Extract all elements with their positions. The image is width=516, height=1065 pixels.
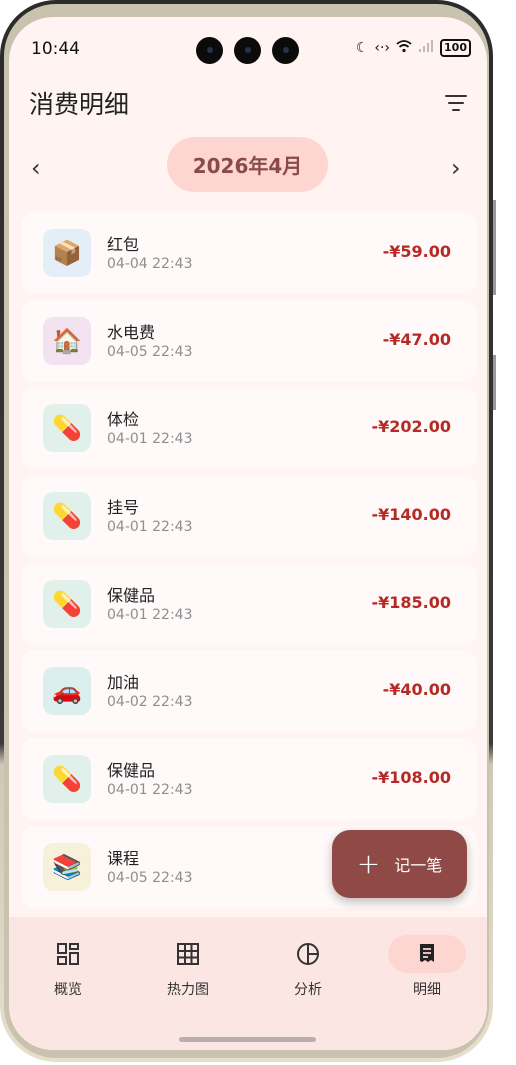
transaction-category: 红包 <box>107 235 140 254</box>
home-indicator[interactable] <box>179 1037 316 1042</box>
transaction-category: 挂号 <box>107 498 140 518</box>
add-record-button[interactable]: + 记一笔 <box>332 830 467 898</box>
camera-icon <box>234 37 261 64</box>
battery-icon: 100 <box>440 39 471 57</box>
data-transfer-icon: ‹·› <box>374 40 391 56</box>
transaction-row[interactable]: 💊 保健品 04-01 22:43 -¥185.00 <box>21 562 477 645</box>
transaction-category: 保健品 <box>107 585 156 605</box>
transaction-category: 课程 <box>107 848 140 868</box>
signal-icon <box>418 39 434 57</box>
transaction-row[interactable]: 🚗 加油 04-02 22:43 -¥40.00 <box>21 650 477 733</box>
plus-icon: + <box>356 847 381 880</box>
transaction-row[interactable]: 💊 保健品 04-01 22:43 -¥108.00 <box>21 738 477 821</box>
transaction-time: 04-05 22:43 <box>107 869 193 886</box>
transaction-time: 04-01 22:43 <box>107 519 193 536</box>
bottom-nav: 概览 热力图 分析 明细 <box>9 917 487 1050</box>
next-month-button[interactable]: › <box>451 154 461 182</box>
camera-icon <box>272 37 299 64</box>
nav-label-heatmap: 热力图 <box>167 982 209 998</box>
transaction-list: 📦 红包 04-04 22:43 -¥59.00 🏠 水电费 04-05 22:43 -¥47… <box>21 212 477 914</box>
package-icon: 📦 <box>43 229 91 277</box>
calendar-grid-icon <box>149 935 227 973</box>
add-record-label: 记一笔 <box>394 856 443 875</box>
transaction-amount: -¥140.00 <box>371 505 451 525</box>
volume-button <box>493 200 496 295</box>
nav-label-analysis: 分析 <box>294 982 322 998</box>
wifi-icon <box>396 39 412 57</box>
house-icon: 🏠 <box>43 316 91 365</box>
transaction-category: 保健品 <box>107 761 156 781</box>
transaction-row[interactable]: 💊 挂号 04-01 22:43 -¥140.00 <box>21 475 477 558</box>
transaction-time: 04-02 22:43 <box>107 694 193 711</box>
grid-icon <box>29 935 107 973</box>
transaction-amount: -¥40.00 <box>382 680 451 700</box>
transaction-amount: -¥108.00 <box>371 768 451 788</box>
transaction-time: 04-04 22:43 <box>107 256 193 272</box>
nav-item-heatmap[interactable]: 热力图 <box>138 935 238 999</box>
pie-chart-icon <box>269 935 347 973</box>
status-icons: ☾ ‹·› 100 <box>356 38 471 58</box>
transaction-row[interactable]: 📦 红包 04-04 22:43 -¥59.00 <box>21 212 477 294</box>
pill-icon: 💊 <box>43 755 91 804</box>
transaction-row[interactable]: 💊 体检 04-01 22:43 -¥202.00 <box>21 387 477 470</box>
transaction-time: 04-01 22:43 <box>107 431 193 448</box>
transaction-category: 体检 <box>107 410 140 430</box>
status-bar: 10:44 ☾ ‹·› 100 <box>9 17 487 77</box>
pill-icon: 💊 <box>43 492 91 541</box>
transaction-amount: -¥202.00 <box>371 417 451 437</box>
books-icon: 📚 <box>43 842 91 891</box>
transaction-amount: -¥185.00 <box>371 592 451 612</box>
pill-icon: 💊 <box>43 579 91 628</box>
month-selector[interactable]: 2026年4月 <box>167 137 328 192</box>
power-button <box>493 355 496 410</box>
app-screen: 10:44 ☾ ‹·› 100 消费明细 ‹ 2026年4月 › 📦 红包 04-0… <box>9 17 487 1050</box>
nav-label-overview: 概览 <box>54 982 82 998</box>
nav-item-details[interactable]: 明细 <box>377 935 477 999</box>
transaction-time: 04-05 22:43 <box>107 343 193 360</box>
nav-item-analysis[interactable]: 分析 <box>258 935 358 999</box>
transaction-category: 水电费 <box>107 322 156 342</box>
car-icon: 🚗 <box>43 667 91 716</box>
transaction-time: 04-01 22:43 <box>107 606 193 623</box>
transaction-category: 加油 <box>107 673 140 693</box>
transaction-row[interactable]: 🏠 水电费 04-05 22:43 -¥47.00 <box>21 299 477 382</box>
nav-item-overview[interactable]: 概览 <box>18 935 118 999</box>
pill-icon: 💊 <box>43 404 91 453</box>
transaction-amount: -¥59.00 <box>382 242 451 261</box>
transaction-amount: -¥47.00 <box>382 329 451 349</box>
prev-month-button[interactable]: ‹ <box>31 154 41 182</box>
nav-label-details: 明细 <box>413 982 441 998</box>
receipt-icon <box>388 935 466 973</box>
moon-icon: ☾ <box>355 40 369 56</box>
page-title: 消费明细 <box>29 90 130 119</box>
status-time: 10:44 <box>31 39 80 59</box>
transaction-time: 04-01 22:43 <box>107 782 193 799</box>
camera-icon <box>196 37 223 64</box>
filter-icon[interactable] <box>445 95 467 111</box>
